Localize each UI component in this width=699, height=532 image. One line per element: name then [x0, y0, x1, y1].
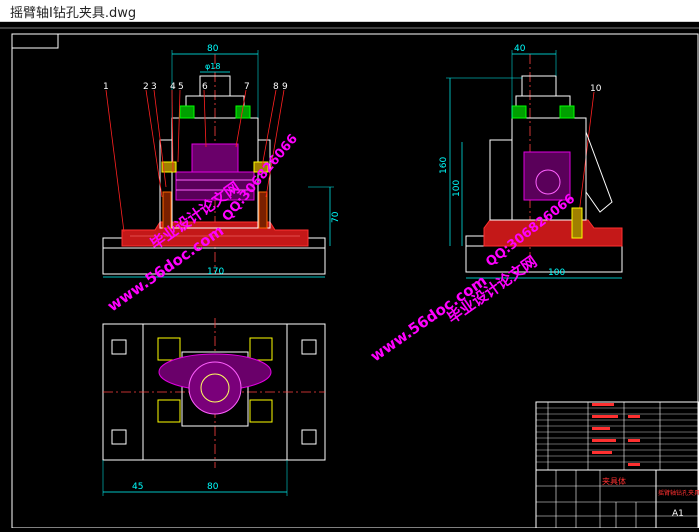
dim-side-width: 40 — [514, 44, 526, 54]
title-drawing-name: 摇臂轴钻孔夹具 — [658, 489, 699, 497]
drawing-canvas[interactable]: 80 φ18 70 170 1 2 3 4 5 6 7 8 9 10 40 16… — [0, 22, 699, 529]
balloon-4: 4 — [170, 82, 176, 92]
balloon-2: 2 — [143, 82, 149, 92]
sheet-corner-box — [11, 33, 59, 49]
title-sheet-size: A1 — [672, 509, 684, 519]
window-title-bar: 摇臂轴I钻孔夹具.dwg — [0, 0, 699, 22]
balloon-6: 6 — [202, 82, 208, 92]
front-view — [102, 50, 334, 278]
balloon-7: 7 — [244, 82, 250, 92]
balloon-8: 8 — [273, 82, 279, 92]
cad-drawing: 80 φ18 70 170 1 2 3 4 5 6 7 8 9 10 40 16… — [0, 27, 699, 529]
balloon-10: 10 — [590, 84, 602, 94]
dim-front-base: 170 — [207, 267, 224, 277]
balloon-3: 3 — [151, 82, 157, 92]
dim-plan-right: 80 — [207, 482, 219, 492]
balloon-5: 5 — [178, 82, 184, 92]
dim-front-width: 80 — [207, 44, 219, 54]
watermark-site-right: www.56doc.com — [367, 272, 490, 366]
dim-side-height-total: 160 — [439, 157, 449, 174]
window-title: 摇臂轴I钻孔夹具.dwg — [10, 6, 137, 21]
balloon-9: 9 — [282, 82, 288, 92]
title-part-label: 夹具体 — [602, 476, 626, 486]
balloon-1: 1 — [103, 82, 109, 92]
dim-plan-left: 45 — [132, 482, 143, 492]
dim-front-bore: φ18 — [205, 62, 220, 71]
dim-front-height: 70 — [331, 211, 341, 223]
dim-side-height-inner: 100 — [452, 180, 462, 197]
dim-side-base: 100 — [548, 268, 565, 278]
plan-view — [102, 318, 326, 496]
